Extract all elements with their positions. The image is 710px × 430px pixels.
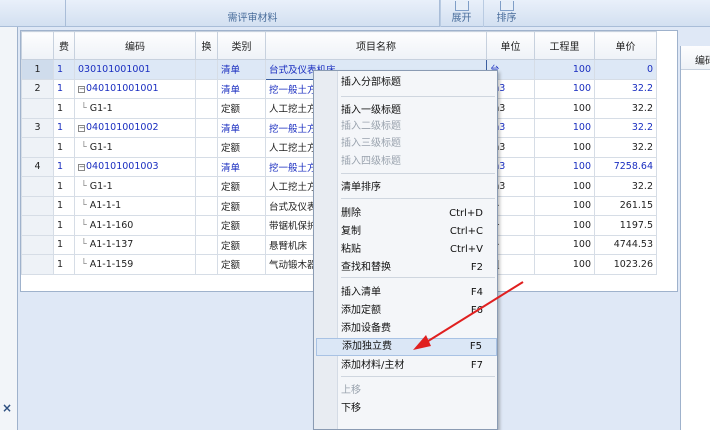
annotation-arrow bbox=[413, 281, 524, 350]
